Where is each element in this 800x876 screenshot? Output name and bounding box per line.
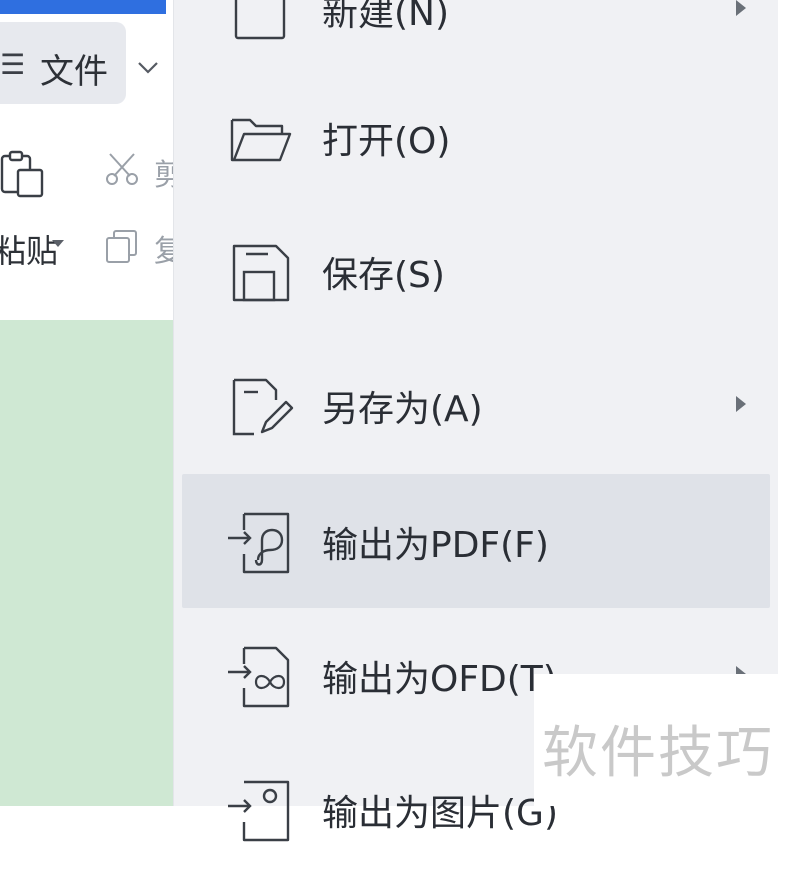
menu-item-label: 输出为图片(G) (322, 793, 558, 834)
copy-icon[interactable] (104, 228, 140, 264)
hamburger-icon: ☰ (0, 48, 26, 81)
save-icon (232, 244, 290, 302)
save-as-icon (232, 378, 294, 436)
title-bar-edge (0, 0, 166, 14)
menu-item-open[interactable]: 打开(O) (182, 70, 770, 204)
export-ofd-icon (228, 646, 290, 708)
scissors-icon[interactable] (104, 150, 140, 186)
menu-item-new[interactable]: 新建(N) (182, 0, 770, 76)
menu-item-label: 打开(O) (322, 121, 451, 162)
export-image-icon (228, 780, 290, 842)
new-doc-icon (234, 0, 286, 40)
menu-item-label: 输出为OFD(T) (322, 659, 557, 700)
submenu-arrow-icon (736, 396, 746, 412)
menu-item-label: 另存为(A) (322, 389, 483, 430)
menu-item-label: 输出为PDF(F) (322, 525, 549, 566)
paste-button-label[interactable]: 粘贴 (0, 226, 58, 272)
menu-item-export-pdf[interactable]: 输出为PDF(F) (182, 474, 770, 608)
document-canvas (0, 320, 174, 806)
watermark-text: 软件技巧 (542, 721, 774, 786)
menu-item-save[interactable]: 保存(S) (182, 204, 770, 338)
submenu-arrow-icon (736, 0, 746, 16)
export-pdf-icon (228, 512, 290, 574)
menu-item-label: 保存(S) (322, 255, 445, 296)
file-menu-label: 文件 (40, 52, 108, 92)
folder-open-icon (230, 118, 292, 162)
watermark: 软件技巧 (534, 674, 800, 806)
caret-down-icon[interactable] (52, 238, 64, 248)
chevron-down-icon[interactable] (136, 55, 160, 79)
paste-icon[interactable] (0, 150, 46, 200)
file-menu-button[interactable]: ☰ 文件 (0, 22, 126, 104)
menu-item-save-as[interactable]: 另存为(A) (182, 338, 770, 472)
cut-button-label[interactable]: 剪 (154, 150, 174, 194)
copy-button-label[interactable]: 复 (154, 226, 174, 270)
menu-item-label: 新建(N) (322, 0, 450, 34)
